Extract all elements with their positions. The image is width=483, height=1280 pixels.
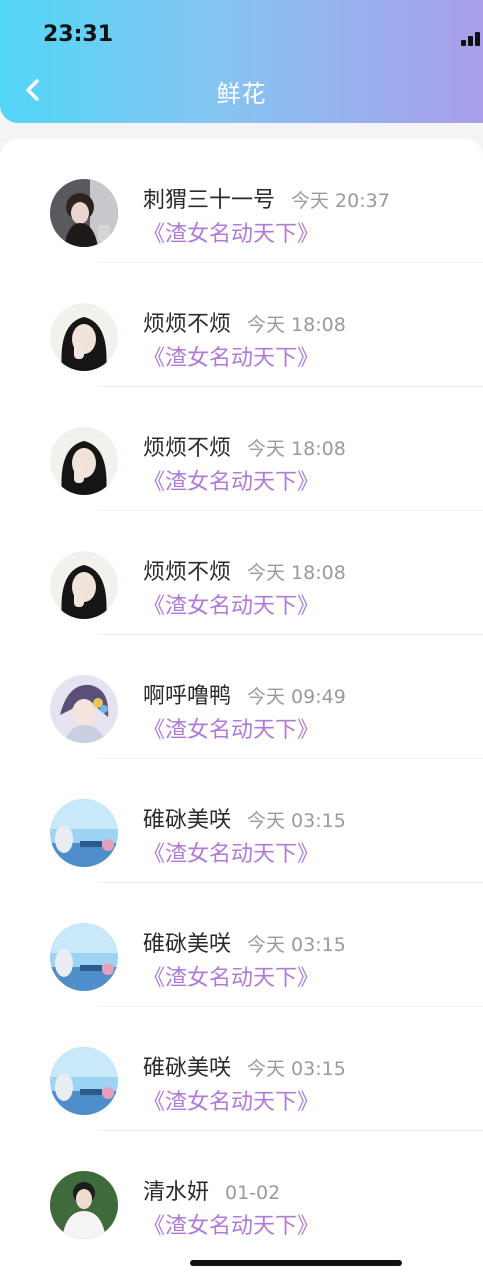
list-item[interactable]: 烦烦不烦 今天 18:08 《渣女名动天下》 <box>0 511 483 635</box>
gift-time: 今天 09:49 <box>247 686 346 708</box>
book-title[interactable]: 《渣女名动天下》 <box>143 1208 319 1240</box>
avatar[interactable] <box>50 1171 118 1239</box>
book-title[interactable]: 《渣女名动天下》 <box>143 836 319 868</box>
book-title[interactable]: 《渣女名动天下》 <box>143 340 319 372</box>
book-title[interactable]: 《渣女名动天下》 <box>143 588 319 620</box>
book-title[interactable]: 《渣女名动天下》 <box>143 960 319 992</box>
user-name: 清水妍 01-02 <box>143 1180 281 1205</box>
book-title[interactable]: 《渣女名动天下》 <box>143 216 319 248</box>
gift-time: 今天 20:37 <box>291 190 390 212</box>
gift-time: 今天 18:08 <box>247 438 346 460</box>
list-item[interactable]: 清水妍 01-02 《渣女名动天下》 <box>0 1131 483 1255</box>
header-bar: 23:31 鲜花 <box>0 0 483 123</box>
avatar[interactable] <box>50 303 118 371</box>
user-name: 烦烦不烦 今天 18:08 <box>143 312 346 337</box>
user-name: 刺猬三十一号 今天 20:37 <box>143 188 390 213</box>
list-item[interactable]: 碓砯美咲 今天 03:15 《渣女名动天下》 <box>0 1007 483 1131</box>
list-item[interactable]: 烦烦不烦 今天 18:08 《渣女名动天下》 <box>0 263 483 387</box>
gift-time: 今天 03:15 <box>247 934 346 956</box>
user-name: 碓砯美咲 今天 03:15 <box>143 932 346 957</box>
avatar[interactable] <box>50 799 118 867</box>
list-item[interactable]: 啊呼噜鸭 今天 09:49 《渣女名动天下》 <box>0 635 483 759</box>
book-title[interactable]: 《渣女名动天下》 <box>143 1084 319 1116</box>
avatar[interactable] <box>50 1047 118 1115</box>
gift-time: 今天 03:15 <box>247 810 346 832</box>
avatar[interactable] <box>50 179 118 247</box>
user-name: 碓砯美咲 今天 03:15 <box>143 808 346 833</box>
flower-list: 刺猬三十一号 今天 20:37 《渣女名动天下》 烦烦不烦 今天 18:08 《渣女… <box>0 139 483 1280</box>
user-name: 碓砯美咲 今天 03:15 <box>143 1056 346 1081</box>
list-item[interactable]: 碓砯美咲 今天 03:15 《渣女名动天下》 <box>0 883 483 1007</box>
user-name: 啊呼噜鸭 今天 09:49 <box>143 684 346 709</box>
gift-time: 今天 18:08 <box>247 314 346 336</box>
page-title: 鲜花 <box>216 80 267 108</box>
home-indicator <box>190 1260 402 1266</box>
gift-time: 01-02 <box>225 1182 281 1204</box>
user-name: 烦烦不烦 今天 18:08 <box>143 436 346 461</box>
book-title[interactable]: 《渣女名动天下》 <box>143 464 319 496</box>
list-item[interactable]: 刺猬三十一号 今天 20:37 《渣女名动天下》 <box>0 139 483 263</box>
status-time: 23:31 <box>43 22 114 47</box>
gift-time: 今天 03:15 <box>247 1058 346 1080</box>
user-name: 烦烦不烦 今天 18:08 <box>143 560 346 585</box>
avatar[interactable] <box>50 675 118 743</box>
list-item[interactable]: 碓砯美咲 今天 03:15 《渣女名动天下》 <box>0 759 483 883</box>
avatar[interactable] <box>50 923 118 991</box>
gift-time: 今天 18:08 <box>247 562 346 584</box>
book-title[interactable]: 《渣女名动天下》 <box>143 712 319 744</box>
list-item[interactable]: 烦烦不烦 今天 18:08 《渣女名动天下》 <box>0 387 483 511</box>
avatar[interactable] <box>50 427 118 495</box>
signal-icon <box>461 32 480 46</box>
avatar[interactable] <box>50 551 118 619</box>
